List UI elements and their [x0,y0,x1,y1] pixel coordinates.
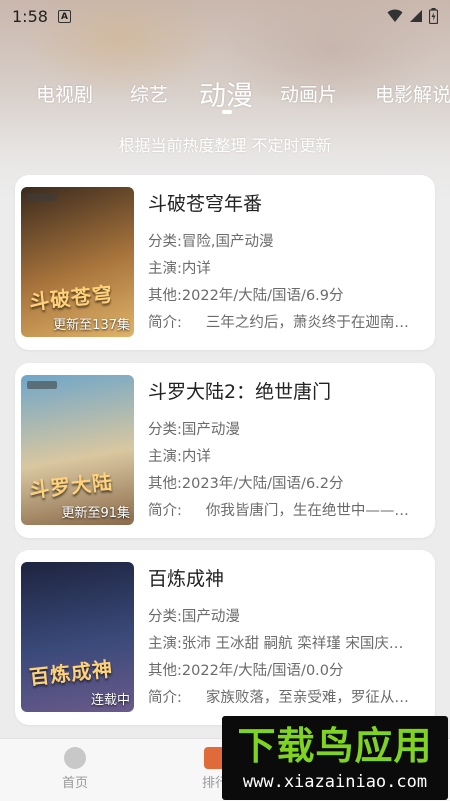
list-item[interactable]: 斗罗大陆 更新至91集 斗罗大陆2：绝世唐门 分类:国产动漫 主演:内详 其他:… [15,363,435,538]
list-item[interactable]: 百炼成神 连载中 百炼成神 分类:国产动漫 主演:张沛 王冰甜 嗣航 栾祥瑾 宋… [15,550,435,725]
site-watermark: 下载鸟应用 www.xiazainiao.com [222,716,448,800]
poster-title-art: 百炼成神 [28,656,115,690]
intro-row: 简介: 家族败落，至亲受难，罗征从… [148,690,409,706]
other-row: 其他:2023年/大陆/国语/6.2分 [148,476,344,492]
item-title: 斗破苍穹年番 [148,193,263,215]
poster-logo [27,381,57,389]
battery-icon [429,8,438,24]
signal-icon [410,10,422,22]
watermark-title: 下载鸟应用 [237,724,433,768]
poster-title-art: 斗罗大陆 [28,469,115,503]
category-tabs: 电视剧 综艺 动漫 动画片 电影解说 [0,68,450,128]
notification-icon: A [57,9,71,23]
item-info: 斗罗大陆2：绝世唐门 分类:国产动漫 主演:内详 其他:2023年/大陆/国语/… [148,377,428,525]
item-title: 斗罗大陆2：绝世唐门 [148,381,332,403]
tab-anime[interactable]: 动漫 [199,74,253,113]
item-title: 百炼成神 [148,568,225,590]
category-row: 分类:冒险,国产动漫 [148,234,274,250]
poster-image: 斗罗大陆 更新至91集 [21,375,134,525]
tab-animation[interactable]: 动画片 [280,80,337,107]
active-tab-indicator [222,110,232,114]
item-info: 斗破苍穹年番 分类:冒险,国产动漫 主演:内详 其他:2022年/大陆/国语/6… [148,189,428,337]
watermark-url: www.xiazainiao.com [242,772,428,792]
tab-tv-series[interactable]: 电视剧 [36,80,93,107]
tab-movie-commentary[interactable]: 电影解说 [375,80,450,107]
wifi-icon [387,9,403,22]
nav-home[interactable]: 首页 [35,747,115,791]
other-row: 其他:2022年/大陆/国语/6.9分 [148,288,344,304]
cast-row: 主演:内详 [148,261,211,277]
status-bar: 1:58 A [0,0,450,32]
other-row: 其他:2022年/大陆/国语/0.0分 [148,663,344,679]
poster-title-art: 斗破苍穹 [28,281,115,315]
intro-row: 简介: 三年之约后，萧炎终于在迦南… [148,315,409,331]
cast-row: 主演:内详 [148,449,211,465]
item-info: 百炼成神 分类:国产动漫 主演:张沛 王冰甜 嗣航 栾祥瑾 宋国庆… 其他:20… [148,564,428,712]
poster-image: 百炼成神 连载中 [21,562,134,712]
episode-badge: 更新至91集 [61,506,130,521]
nav-home-label: 首页 [61,776,88,791]
tab-variety[interactable]: 综艺 [130,80,168,107]
home-icon [64,747,86,769]
status-icons [387,8,438,24]
list-subtitle: 根据当前热度整理 不定时更新 [118,136,332,155]
list-item[interactable]: 斗破苍穹 更新至137集 斗破苍穹年番 分类:冒险,国产动漫 主演:内详 其他:… [15,175,435,350]
status-time: 1:58 [12,6,48,26]
cast-row: 主演:张沛 王冰甜 嗣航 栾祥瑾 宋国庆… [148,636,404,652]
intro-row: 简介: 你我皆唐门，生在绝世中——… [148,503,409,519]
category-row: 分类:国产动漫 [148,422,240,438]
poster-image: 斗破苍穹 更新至137集 [21,187,134,337]
episode-badge: 更新至137集 [53,318,130,333]
episode-badge: 连载中 [90,693,130,708]
category-row: 分类:国产动漫 [148,609,240,625]
poster-logo [27,193,57,201]
